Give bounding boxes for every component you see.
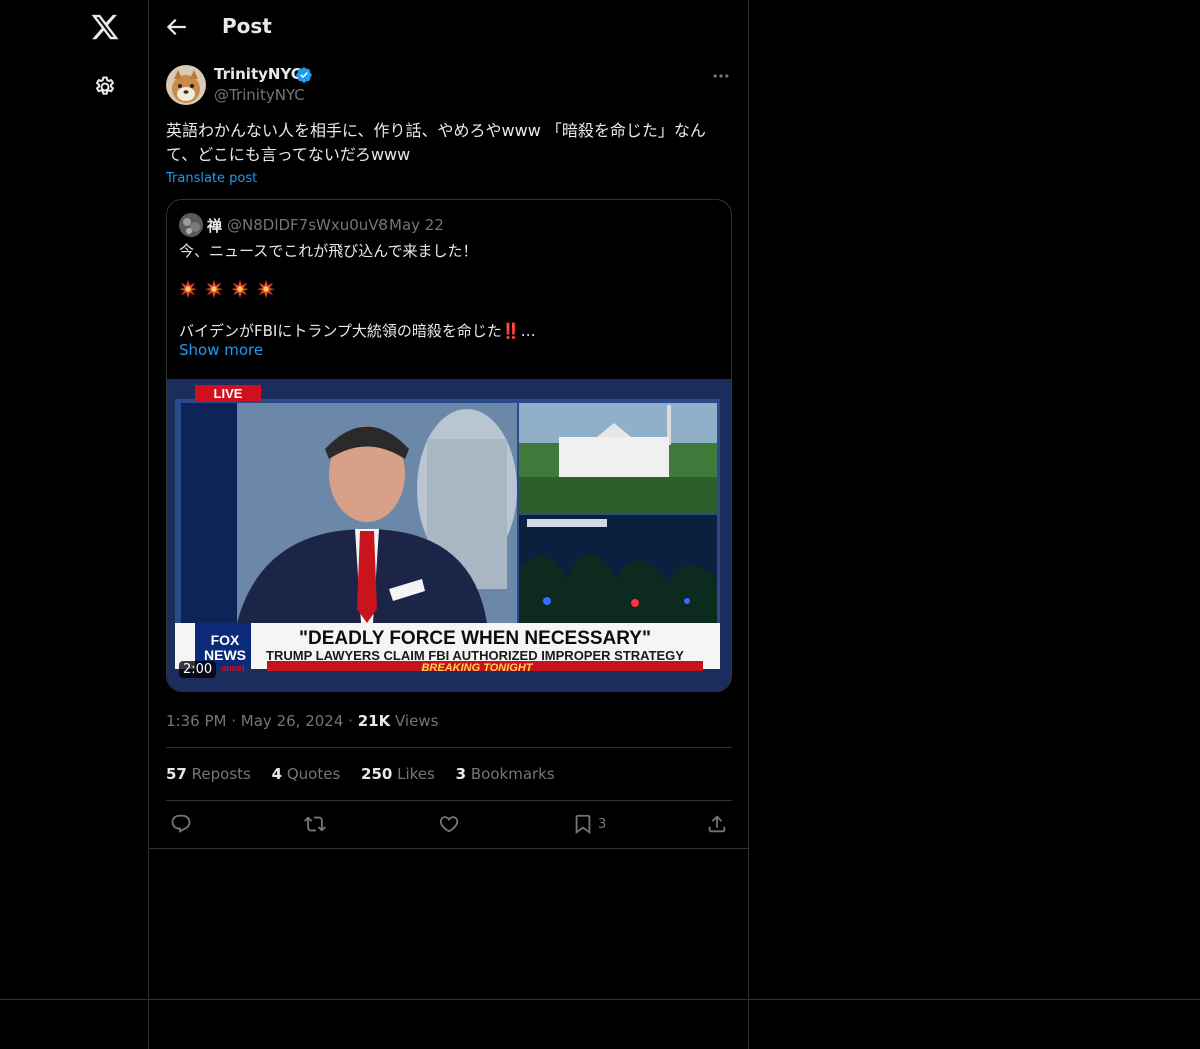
quotes-stat[interactable]: 4 Quotes <box>272 765 341 783</box>
live-label: LIVE <box>214 386 243 401</box>
views-label: Views <box>395 712 439 730</box>
brand-line-3: annel <box>221 663 245 673</box>
heart-icon <box>439 816 459 833</box>
meta-separator: · <box>231 712 237 730</box>
translate-post-link[interactable]: Translate post <box>166 171 257 186</box>
post-time[interactable]: 1:36 PM <box>166 712 226 730</box>
quote-date: May 22 <box>389 216 444 234</box>
video-headline: "DEADLY FORCE WHEN NECESSARY" <box>299 628 651 649</box>
quoted-post[interactable]: 禅 @N8DlDF7sWxu0uV8 · May 22 今、ニュースでこれが飛び… <box>166 199 732 692</box>
divider <box>166 800 732 801</box>
share-icon <box>708 815 726 833</box>
quotes-label: Quotes <box>286 765 341 783</box>
quote-avatar <box>179 213 203 237</box>
post-date[interactable]: May 26, 2024 <box>241 712 344 730</box>
bookmark-icon <box>575 814 591 835</box>
brand-line-1: FOX <box>211 632 240 648</box>
author-name[interactable]: TrinityNYC <box>214 65 302 83</box>
collision-emoji-icon <box>257 280 276 298</box>
video-player[interactable]: LIVE "DEADLY FORCE WHEN NECESSARY" TRUMP… <box>167 379 731 691</box>
avatar[interactable] <box>166 65 206 105</box>
quote-separator: · <box>377 216 382 234</box>
author-handle[interactable]: @TrinityNYC <box>214 86 305 104</box>
quote-author-name: 禅 <box>207 217 223 235</box>
page-header: Post <box>149 0 749 53</box>
post-meta: 1:36 PM · May 26, 2024 · 21K Views <box>166 712 438 730</box>
quote-text-line: バイデンがFBIにトランプ大統領の暗殺を命じた‼️… <box>179 322 536 340</box>
views-count: 21K <box>357 712 391 730</box>
reposts-count: 57 <box>166 765 187 783</box>
collision-emoji-icon <box>231 280 250 298</box>
share-button[interactable] <box>706 811 728 837</box>
bookmarks-stat[interactable]: 3 Bookmarks <box>456 765 555 783</box>
gear-icon[interactable] <box>93 75 117 99</box>
like-button[interactable] <box>438 811 460 837</box>
action-bar: 3 <box>149 811 749 839</box>
meta-separator: · <box>348 712 353 730</box>
likes-stat[interactable]: 250 Likes <box>361 765 435 783</box>
collision-emoji-icon <box>205 280 224 298</box>
likes-count: 250 <box>361 765 393 783</box>
divider <box>149 848 749 849</box>
reply-icon <box>171 814 191 833</box>
emoji-row <box>179 280 278 302</box>
quotes-count: 4 <box>271 765 283 783</box>
breaking-label: BREAKING TONIGHT <box>421 662 533 674</box>
bookmark-count: 3 <box>598 816 607 832</box>
show-more-link[interactable]: Show more <box>179 341 263 359</box>
bookmarks-label: Bookmarks <box>470 765 555 783</box>
bottom-divider <box>0 999 1200 1000</box>
arrow-left-icon[interactable] <box>163 14 189 40</box>
likes-label: Likes <box>397 765 435 783</box>
video-duration: 2:00 <box>179 661 217 678</box>
page-title: Post <box>222 14 272 38</box>
post-text: 英語わかんない人を相手に、作り話、やめろやwww 「暗殺を命じた」なんて、どこに… <box>166 121 706 164</box>
bookmarks-count: 3 <box>455 765 467 783</box>
more-options-icon[interactable] <box>711 66 731 86</box>
engagement-stats: 57 Reposts 4 Quotes 250 Likes 3 Bookmark… <box>166 765 571 783</box>
reposts-stat[interactable]: 57 Reposts <box>166 765 251 783</box>
post-column: Post TrinityNYC @TrinityNYC 英語わかんない人を相手に… <box>149 0 749 1049</box>
quote-author-handle: @N8DlDF7sWxu0uV8 <box>227 216 389 234</box>
quote-text-line: 今、ニュースでこれが飛び込んで来ました！ <box>179 242 478 260</box>
repost-icon <box>304 816 326 832</box>
video-thumbnail: LIVE "DEADLY FORCE WHEN NECESSARY" TRUMP… <box>167 379 731 691</box>
divider <box>166 747 732 748</box>
video-subheadline: TRUMP LAWYERS CLAIM FBI AUTHORIZED IMPRO… <box>266 648 684 663</box>
reposts-label: Reposts <box>191 765 251 783</box>
repost-button[interactable] <box>304 811 326 837</box>
collision-emoji-icon <box>179 280 197 298</box>
left-rail <box>0 0 149 1049</box>
bookmark-button[interactable]: 3 <box>572 811 606 837</box>
reply-button[interactable] <box>170 811 192 837</box>
x-logo-icon[interactable] <box>90 12 120 42</box>
verified-badge-icon <box>296 67 312 83</box>
